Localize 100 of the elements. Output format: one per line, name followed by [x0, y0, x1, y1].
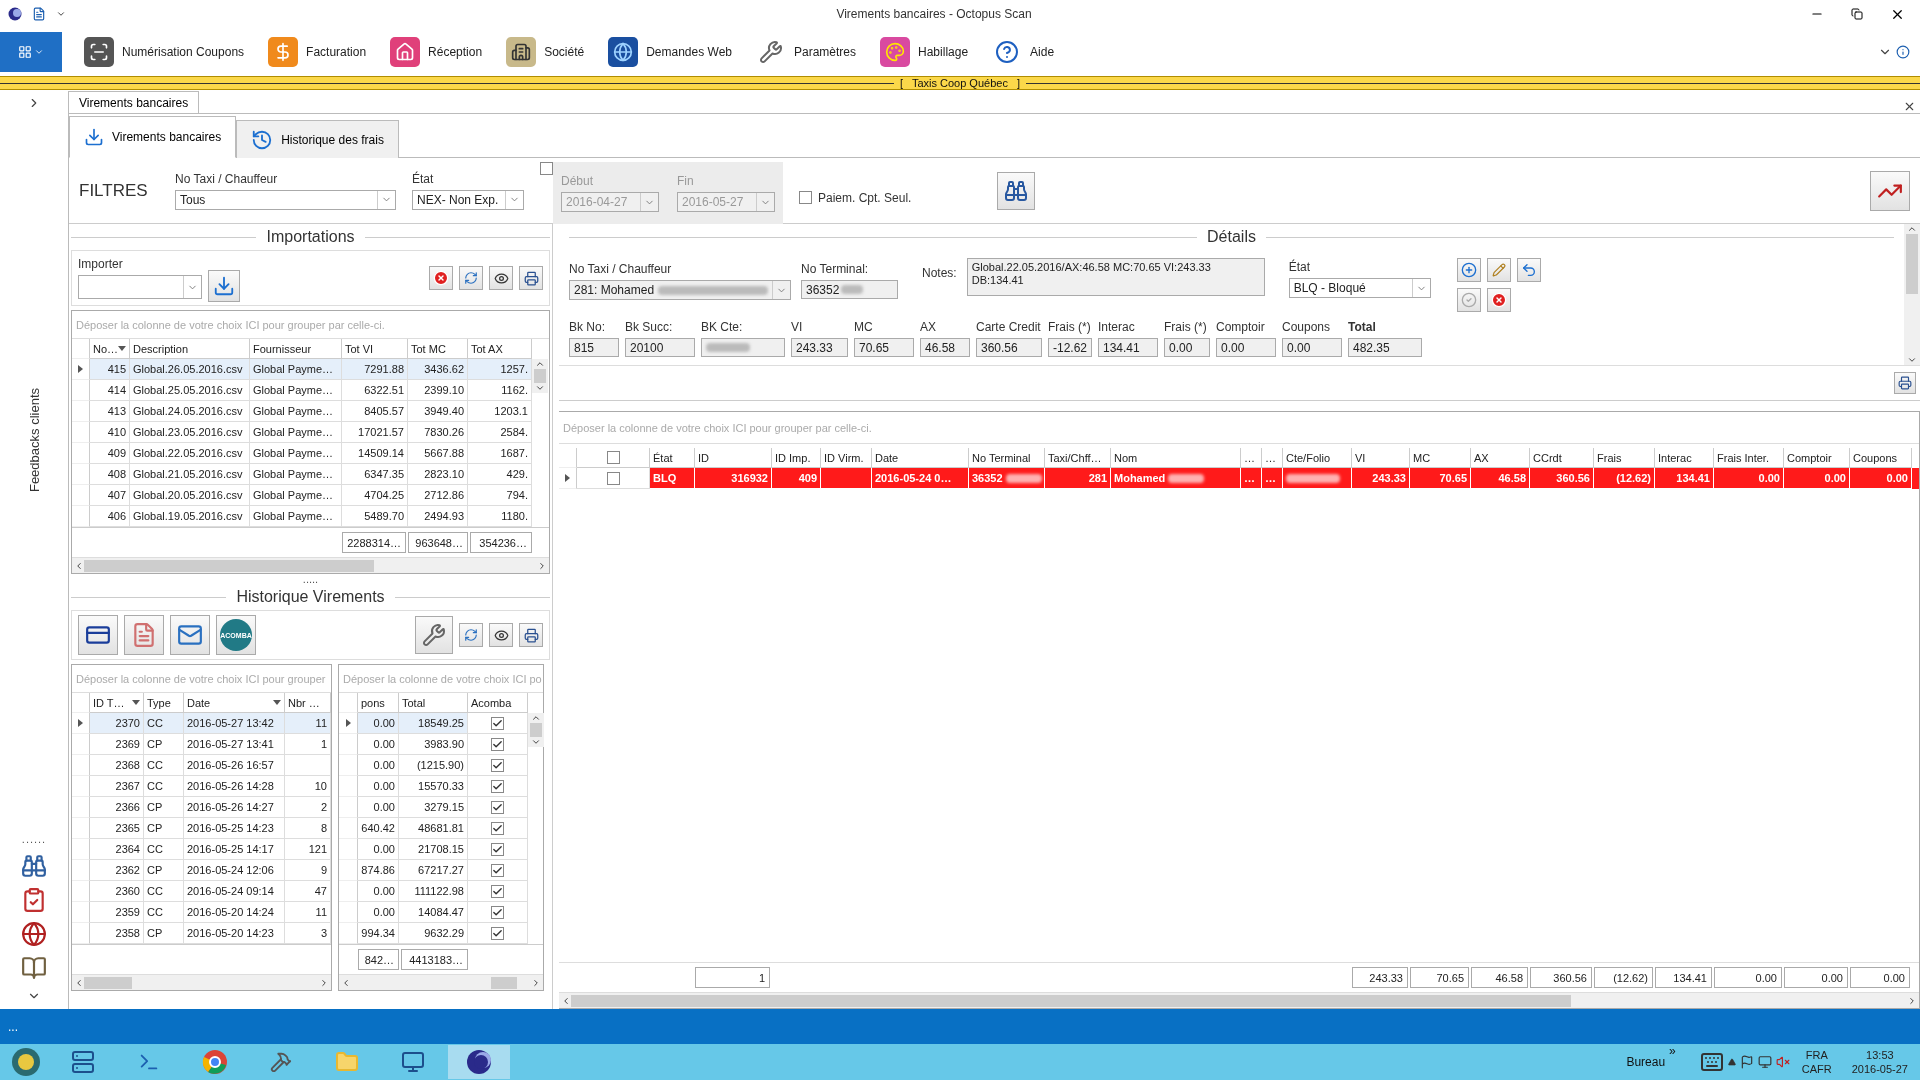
- column-header[interactable]: ID: [695, 448, 772, 468]
- column-header[interactable]: ID Virm.: [821, 448, 872, 468]
- send-mail-button[interactable]: [170, 615, 210, 655]
- credit-cards-button[interactable]: [78, 615, 118, 655]
- app-menu-button[interactable]: [0, 32, 62, 72]
- column-header[interactable]: État: [650, 448, 695, 468]
- ribbon-item[interactable]: Habillage: [872, 32, 981, 72]
- add-button[interactable]: [1456, 258, 1481, 282]
- checkbox[interactable]: [491, 926, 504, 940]
- overflow-chevron[interactable]: »: [1669, 1044, 1676, 1058]
- preview-button[interactable]: [489, 623, 513, 647]
- column-header[interactable]: Frais Inter.: [1714, 448, 1784, 468]
- status-dropdown[interactable]: BLQ - Bloqué: [1288, 278, 1431, 298]
- checkbox[interactable]: [799, 191, 812, 204]
- column-header[interactable]: Nbr …: [285, 693, 331, 713]
- globe-icon[interactable]: [21, 921, 47, 947]
- column-header[interactable]: CCrdt: [1530, 448, 1594, 468]
- side-panel-tab[interactable]: Feedbacks clients: [26, 388, 42, 493]
- print-button[interactable]: [1894, 372, 1916, 394]
- checkbox[interactable]: [606, 451, 620, 464]
- column-header[interactable]: No Terminal: [969, 448, 1045, 468]
- speaker-muted-icon[interactable]: [1775, 1055, 1790, 1069]
- validate-button[interactable]: [1456, 288, 1481, 312]
- checkbox[interactable]: [491, 737, 504, 751]
- notes-field[interactable]: Global.22.05.2016/AX:46.58 MC:70.65 VI:243.33 DB:134.41: [966, 258, 1265, 296]
- column-header[interactable]: ID T…: [90, 693, 144, 713]
- refresh-button[interactable]: [459, 266, 483, 290]
- column-header[interactable]: Total: [399, 693, 468, 713]
- taxi-dropdown[interactable]: 281: Mohamed: [569, 280, 791, 300]
- column-header[interactable]: Description: [130, 339, 250, 359]
- column-header[interactable]: Type: [144, 693, 184, 713]
- flag-icon[interactable]: [1739, 1055, 1754, 1069]
- network-icon[interactable]: [1757, 1055, 1772, 1069]
- binoculars-icon[interactable]: [21, 853, 47, 879]
- column-header[interactable]: VI: [1352, 448, 1410, 468]
- checkbox[interactable]: [491, 800, 504, 814]
- refresh-button[interactable]: [459, 623, 483, 647]
- row-indicator[interactable]: [72, 359, 90, 380]
- delete-button[interactable]: [429, 266, 453, 290]
- checkbox[interactable]: [491, 842, 504, 856]
- scrollbar[interactable]: [72, 974, 331, 990]
- column-header[interactable]: Acomba: [468, 693, 528, 713]
- ribbon-item[interactable]: Paramètres: [748, 32, 869, 72]
- column-header[interactable]: Tot AX: [468, 339, 532, 359]
- column-header[interactable]: Comptoir: [1784, 448, 1850, 468]
- row-indicator[interactable]: [339, 713, 358, 734]
- delete-button[interactable]: [1486, 288, 1511, 312]
- scrollbar[interactable]: [339, 974, 543, 990]
- scrollbar[interactable]: [532, 359, 548, 393]
- checkbox[interactable]: [491, 863, 504, 877]
- close-icon[interactable]: [1903, 100, 1916, 113]
- column-header[interactable]: Date: [184, 693, 285, 713]
- column-header[interactable]: Coupons: [1850, 448, 1912, 468]
- scroll-thumb[interactable]: [534, 369, 546, 383]
- scrollbar[interactable]: [72, 557, 549, 573]
- import-dropdown[interactable]: [78, 275, 202, 299]
- column-header[interactable]: Frais: [1594, 448, 1655, 468]
- column-header[interactable]: Date: [872, 448, 969, 468]
- column-header[interactable]: pons: [358, 693, 399, 713]
- scrollbar[interactable]: [528, 713, 544, 747]
- row-indicator[interactable]: [559, 468, 577, 489]
- info-icon[interactable]: [1896, 45, 1910, 59]
- preview-button[interactable]: [489, 266, 513, 290]
- tray-expand-icon[interactable]: [1727, 1058, 1736, 1066]
- checkbox[interactable]: [491, 758, 504, 772]
- checkbox[interactable]: [606, 471, 620, 485]
- clock[interactable]: 13:53 2016-05-27: [1843, 1048, 1916, 1076]
- row-indicator[interactable]: [72, 713, 90, 734]
- documents-button[interactable]: [124, 615, 164, 655]
- column-header[interactable]: Taxi/Chff…: [1045, 448, 1111, 468]
- column-header[interactable]: No…: [90, 339, 130, 359]
- column-header[interactable]: …: [1262, 448, 1283, 468]
- checkbox[interactable]: [540, 162, 553, 175]
- language-indicator[interactable]: FRA CAFR: [1793, 1048, 1840, 1076]
- column-header[interactable]: …: [1241, 448, 1262, 468]
- column-header[interactable]: Interac: [1655, 448, 1714, 468]
- scrollbar[interactable]: [559, 992, 1919, 1008]
- scrollbar[interactable]: [1904, 224, 1920, 365]
- search-button[interactable]: [997, 171, 1036, 210]
- ledger-icon[interactable]: [21, 955, 47, 981]
- import-button[interactable]: [208, 270, 240, 302]
- checkbox[interactable]: [491, 716, 504, 730]
- taskbar-app[interactable]: [448, 1045, 510, 1079]
- checkbox[interactable]: [491, 821, 504, 835]
- column-header[interactable]: Nom: [1111, 448, 1241, 468]
- ribbon-item[interactable]: Numérisation Coupons: [76, 32, 257, 72]
- scroll-thumb[interactable]: [571, 994, 1571, 1007]
- ribbon-item[interactable]: Aide: [984, 32, 1067, 72]
- checklist-icon[interactable]: [21, 887, 47, 913]
- column-header[interactable]: Tot VI: [342, 339, 408, 359]
- ribbon-item[interactable]: Facturation: [260, 32, 379, 72]
- tools-button[interactable]: [415, 616, 453, 654]
- status-dropdown[interactable]: NEX- Non Exp.: [412, 189, 524, 210]
- checkbox[interactable]: [491, 884, 504, 898]
- column-header[interactable]: Tot MC: [408, 339, 468, 359]
- column-header[interactable]: MC: [1410, 448, 1471, 468]
- undo-button[interactable]: [1516, 258, 1541, 282]
- chart-button[interactable]: [1870, 170, 1910, 211]
- column-header[interactable]: Fournisseur: [250, 339, 342, 359]
- column-header[interactable]: Cte/Folio: [1283, 448, 1352, 468]
